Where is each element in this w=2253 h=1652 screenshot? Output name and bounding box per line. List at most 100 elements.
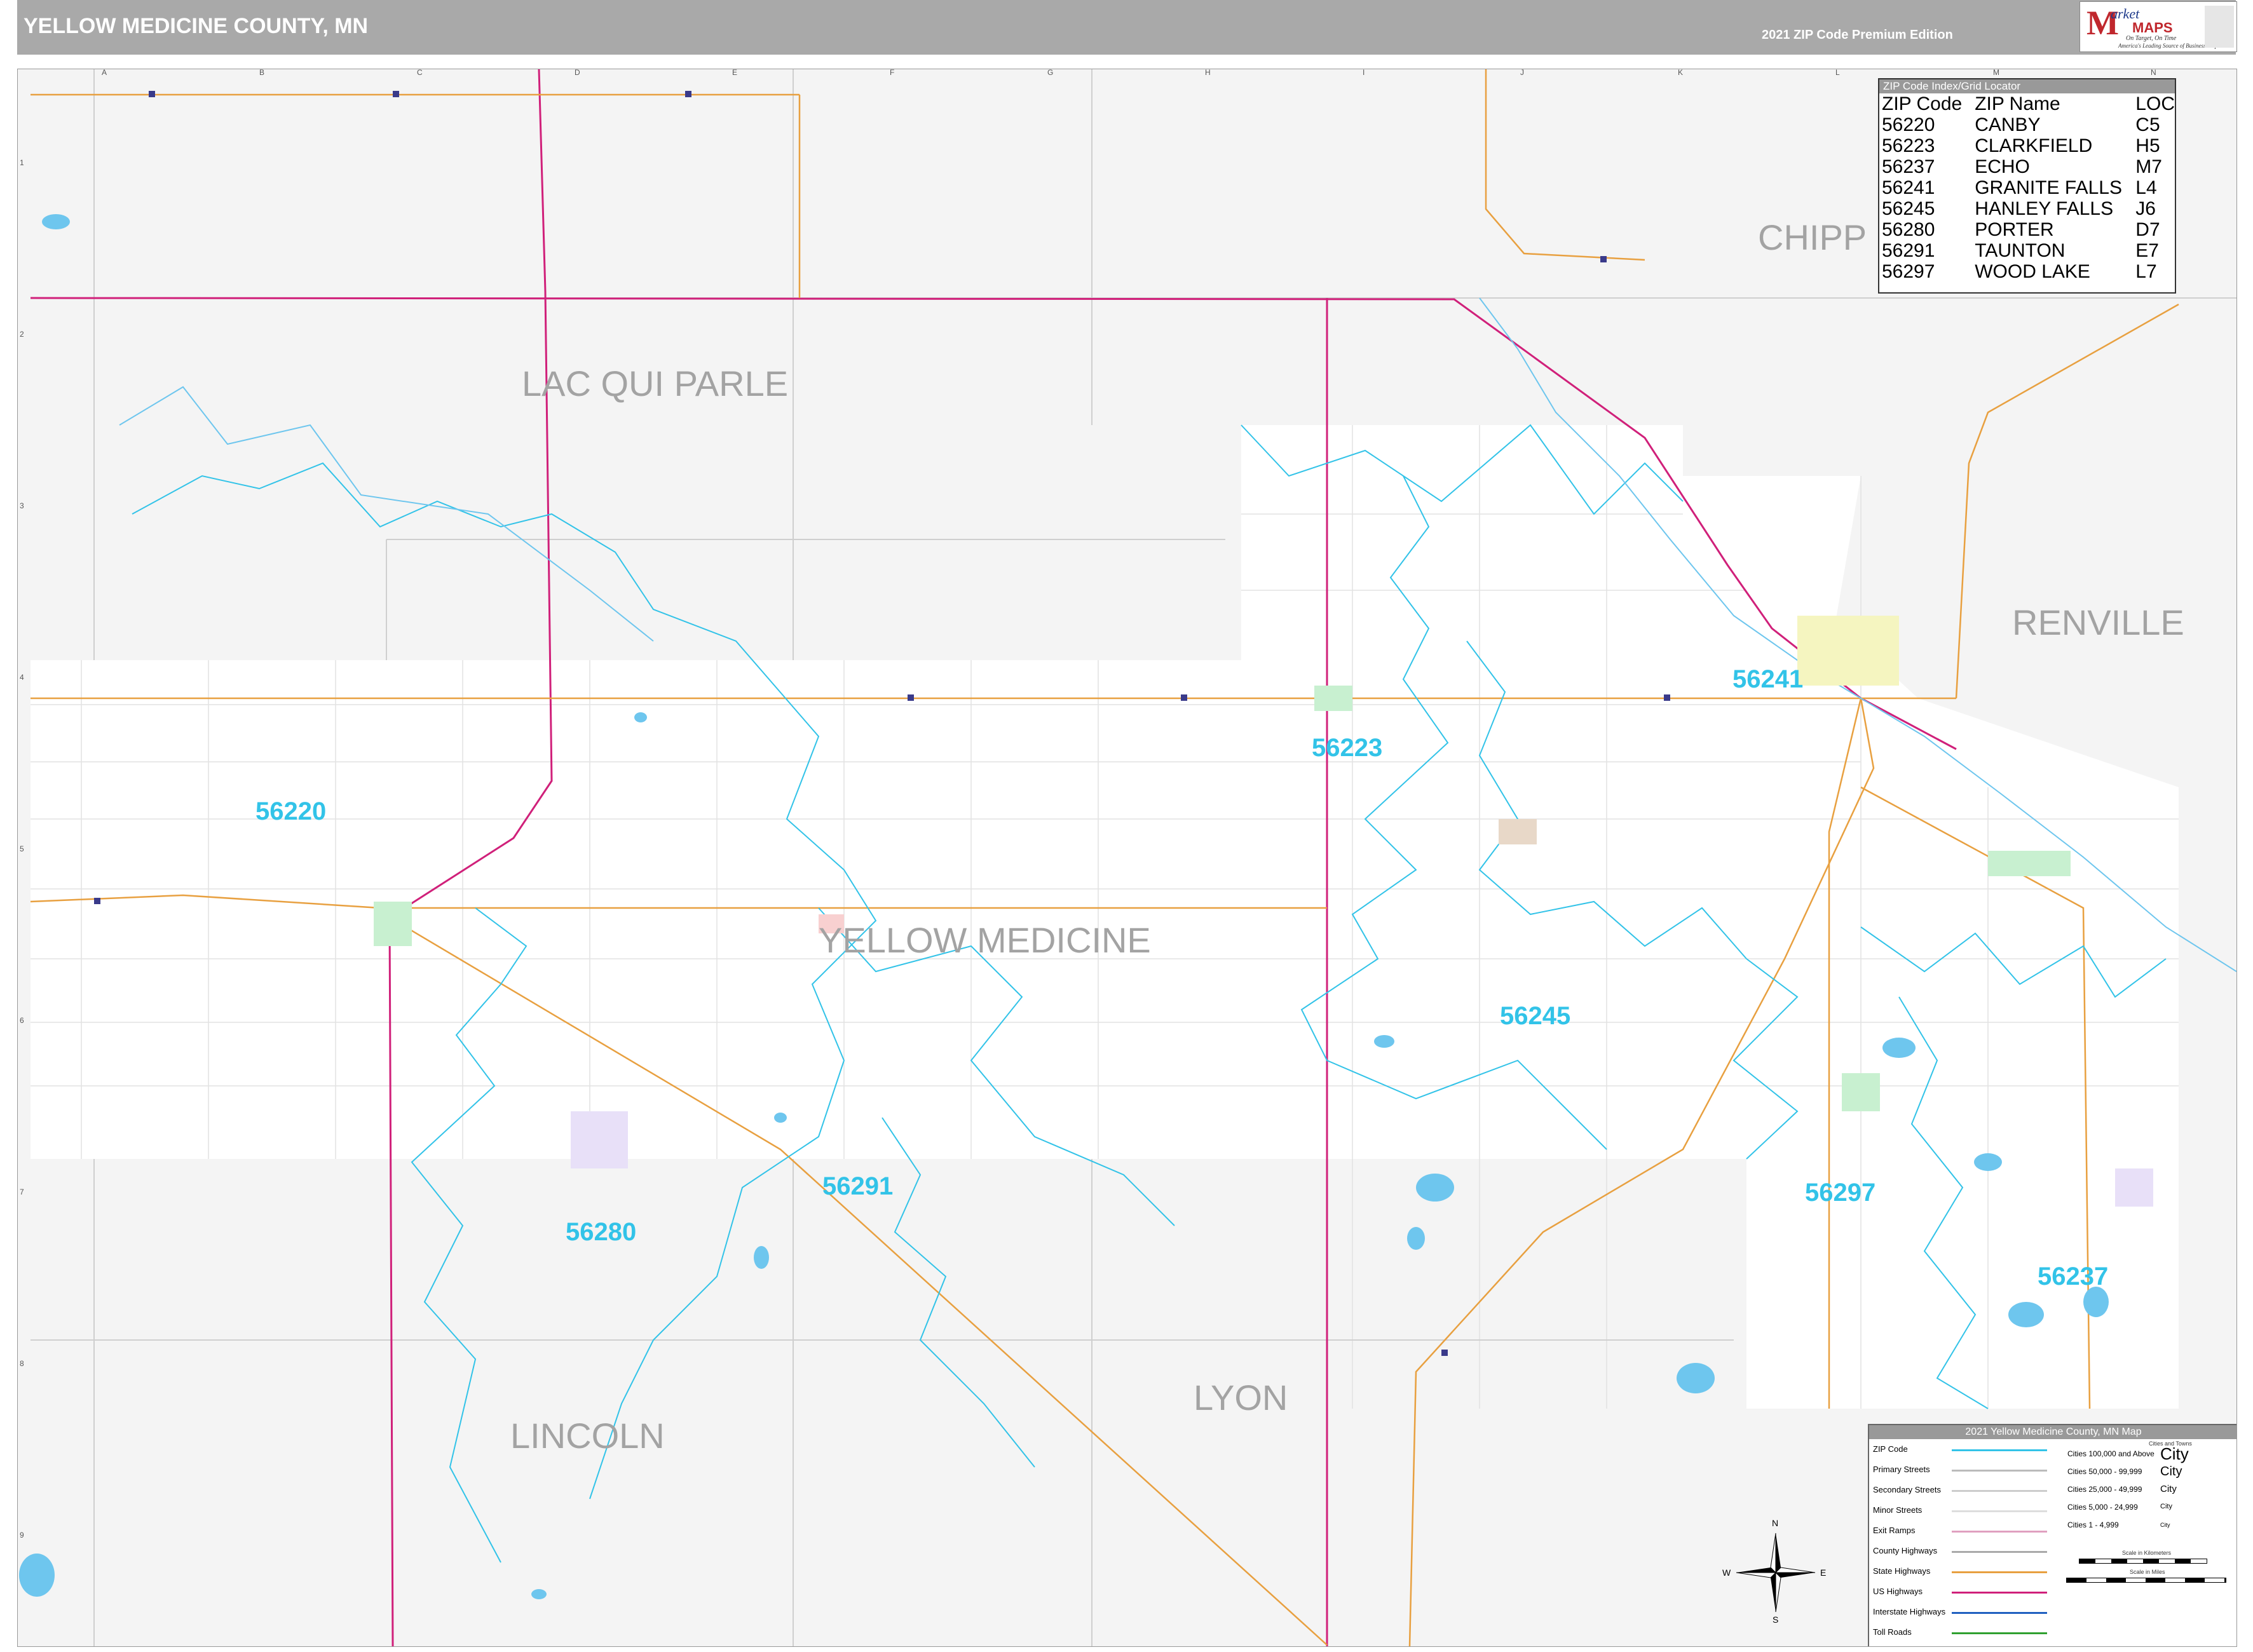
map-legend: 2021 Yellow Medicine County, MN Map ZIP … — [1868, 1424, 2236, 1646]
table-row: 56245 HANLEY FALLS J6 — [1882, 198, 2175, 219]
grid-letter: A — [102, 69, 107, 77]
grid-letter: I — [1363, 69, 1365, 77]
legend-item-label: State Highways — [1873, 1566, 1931, 1576]
loc-cell: E7 — [2135, 240, 2159, 261]
grid-letter: D — [575, 69, 580, 77]
table-row: 56223 CLARKFIELD H5 — [1882, 135, 2175, 156]
grid-letter: N — [2151, 69, 2156, 77]
zip-index-panel: ZIP Code Index/Grid Locator ZIP Code ZIP… — [1878, 78, 2176, 294]
scale-bar-km — [2079, 1559, 2207, 1564]
grid-number: 1 — [20, 158, 24, 167]
col-loc: LOC — [2135, 93, 2175, 114]
legend-item-label: County Highways — [1873, 1546, 1938, 1555]
grid-number: 3 — [20, 501, 24, 510]
legend-swatch — [1952, 1531, 2047, 1533]
name-cell: ECHO — [1975, 156, 2030, 177]
table-row: 56291 TAUNTON E7 — [1882, 240, 2175, 261]
grid-letter: L — [1835, 69, 1840, 77]
legend-item-label: Exit Ramps — [1873, 1526, 1916, 1535]
compass-rose-icon: N S E W — [1722, 1518, 1826, 1625]
legend-swatch — [1952, 1490, 2047, 1492]
county-label-lincoln: LINCOLN — [510, 1416, 665, 1456]
table-row: 56220 CANBY C5 — [1882, 114, 2175, 135]
grid-letter: M — [1993, 69, 1999, 77]
col-zip-code: ZIP Code — [1882, 93, 1963, 114]
scale-bar-mi — [2066, 1578, 2226, 1583]
map-canvas — [19, 69, 2236, 1646]
grid-letter: G — [1047, 69, 1054, 77]
compass-e: E — [1820, 1567, 1827, 1578]
legend-item-label: Toll Roads — [1873, 1627, 1912, 1637]
name-cell: CLARKFIELD — [1975, 135, 2093, 156]
loc-cell: C5 — [2135, 114, 2160, 135]
city-size-sample: City — [2160, 1444, 2189, 1463]
city-size-label: Cities 25,000 - 49,999 — [2067, 1485, 2142, 1494]
edition-label: 2021 ZIP Code Premium Edition — [1762, 28, 1953, 42]
zip-label-56241: 56241 — [1732, 665, 1804, 693]
city-size-sample: City — [2160, 1465, 2182, 1479]
legend-swatch — [1952, 1510, 2047, 1512]
scale-mi-label: Scale in Miles — [2130, 1569, 2165, 1575]
legend-swatch — [1952, 1449, 2047, 1451]
zip-label-56245: 56245 — [1500, 1002, 1571, 1030]
zip-label-56297: 56297 — [1805, 1179, 1876, 1207]
grid-number: 7 — [20, 1188, 24, 1196]
zip-label-56291: 56291 — [822, 1172, 894, 1200]
zip-index-header-row: ZIP Code ZIP Name LOC — [1882, 93, 2175, 114]
legend-item-label: Secondary Streets — [1873, 1485, 1941, 1494]
legend-swatch — [1952, 1612, 2047, 1614]
table-row: 56237 ECHO M7 — [1882, 156, 2175, 177]
city-size-sample: City — [2160, 1522, 2170, 1528]
legend-swatch — [1952, 1551, 2047, 1553]
zip-cell: 56241 — [1882, 177, 1935, 198]
loc-cell: J6 — [2135, 198, 2156, 219]
zip-label-56280: 56280 — [566, 1218, 637, 1246]
zip-cell: 56237 — [1882, 156, 1935, 177]
map-frame[interactable]: A B C D E F G H I J K L M N 1 2 3 4 5 6 … — [17, 69, 2237, 1647]
name-cell: CANBY — [1975, 114, 2041, 135]
city-size-label: Cities 100,000 and Above — [2067, 1449, 2154, 1458]
market-maps-logo[interactable]: M arket MAPS On Target, On Time America'… — [2079, 1, 2237, 52]
grid-number: 6 — [20, 1016, 24, 1025]
compass-s: S — [1773, 1615, 1779, 1625]
zip-label-56220: 56220 — [255, 797, 327, 825]
legend-item-label: US Highways — [1873, 1587, 1923, 1596]
name-cell: PORTER — [1975, 219, 2054, 240]
yellow-medicine-county-area — [31, 425, 2179, 1409]
grid-number: 2 — [20, 330, 24, 339]
county-label-chippewa: CHIPP — [1758, 217, 1867, 257]
zip-index-table: ZIP Code ZIP Name LOC 56220 CANBY C5 56223… — [1882, 93, 2175, 282]
zip-cell: 56223 — [1882, 135, 1935, 156]
city-size-sample: City — [2160, 1484, 2177, 1494]
legend-item-label: Interstate Highways — [1873, 1607, 1946, 1616]
logo-tagline: On Target, On Time — [2126, 35, 2177, 42]
logo-contact-block — [2205, 6, 2234, 48]
grid-letter: F — [890, 69, 895, 77]
grid-number: 5 — [20, 844, 24, 853]
loc-cell: L7 — [2135, 261, 2157, 282]
table-row: 56297 WOOD LAKE L7 — [1882, 261, 2175, 282]
city-size-label: Cities 50,000 - 99,999 — [2067, 1467, 2142, 1476]
grid-letter: B — [259, 69, 265, 77]
grid-letter: K — [1678, 69, 1684, 77]
compass-w: W — [1722, 1567, 1731, 1578]
legend-swatch — [1952, 1470, 2047, 1472]
zip-cell: 56245 — [1882, 198, 1935, 219]
grid-letter: C — [417, 69, 423, 77]
legend-title: 2021 Yellow Medicine County, MN Map — [1869, 1425, 2236, 1439]
loc-cell: L4 — [2135, 177, 2157, 198]
legend-swatch — [1952, 1632, 2047, 1634]
table-row: 56241 GRANITE FALLS L4 — [1882, 177, 2175, 198]
grid-number: 8 — [20, 1359, 24, 1368]
county-label-yellow-medicine: YELLOW MEDICINE — [819, 920, 1151, 960]
col-zip-name: ZIP Name — [1975, 93, 2060, 114]
county-label-lac-qui-parle: LAC QUI PARLE — [522, 363, 789, 403]
county-label-renville: RENVILLE — [2012, 602, 2184, 642]
grid-number: 4 — [20, 673, 24, 682]
county-label-lyon: LYON — [1194, 1378, 1288, 1418]
grid-letter: E — [732, 69, 738, 77]
legend-swatch — [1952, 1592, 2047, 1594]
table-row: 56280 PORTER D7 — [1882, 219, 2175, 240]
city-size-label: Cities 1 - 4,999 — [2067, 1520, 2119, 1529]
map-title: YELLOW MEDICINE COUNTY, MN — [24, 14, 369, 38]
